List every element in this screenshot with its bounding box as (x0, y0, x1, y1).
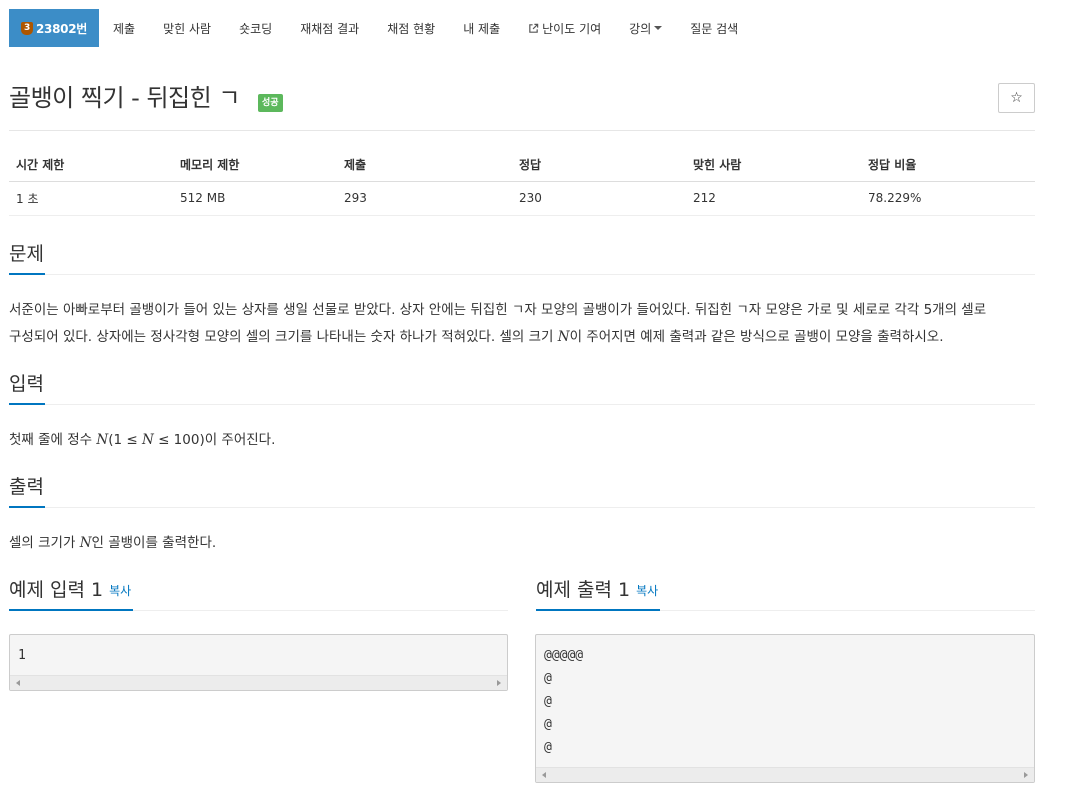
description-text: 이 주어지면 예제 출력과 같은 방식으로 골뱅이 모양을 출력하시오. (569, 329, 944, 345)
section-title-output: 출력 (9, 476, 44, 498)
status-badge: 성공 (258, 94, 283, 112)
section-title-sample-output: 예제 출력 1 복사 (536, 577, 658, 604)
header-time-limit: 시간 제한 (9, 148, 173, 182)
section-title-sample-input: 예제 입력 1 복사 (9, 577, 131, 604)
section-divider (45, 274, 1035, 275)
section-underline (9, 273, 45, 275)
nav-difficulty-label: 난이도 기여 (542, 21, 602, 36)
header-accepted: 정답 (512, 148, 686, 182)
sample-input-title: 예제 입력 1 (9, 579, 104, 601)
section-title-input: 입력 (9, 373, 44, 395)
nav-lectures-label: 강의 (629, 21, 652, 36)
input-description: 첫째 줄에 정수 N(1 ≤ N ≤ 100)이 주어진다. (9, 427, 275, 454)
math-var-n: N (141, 432, 154, 448)
value-memory-limit: 512 MB (173, 181, 337, 216)
value-accepted: 230 (512, 181, 686, 216)
nav-short-coding[interactable]: 숏코딩 (225, 9, 286, 47)
title-divider (9, 130, 1035, 131)
section-underline (9, 403, 45, 405)
scroll-left-icon[interactable] (542, 772, 546, 778)
input-text: ≤ 100)이 주어진다. (153, 432, 276, 448)
math-var-n: N (557, 329, 570, 345)
problem-id-label: 23802번 (36, 21, 87, 36)
section-divider (660, 610, 1035, 611)
nav-solvers[interactable]: 맞힌 사람 (149, 9, 225, 47)
header-submissions: 제출 (337, 148, 512, 182)
math-var-n: N (79, 535, 92, 551)
info-header-row: 시간 제한 메모리 제한 제출 정답 맞힌 사람 정답 비율 (9, 148, 1035, 182)
nav-rejudge[interactable]: 재채점 결과 (286, 9, 373, 47)
input-text: 첫째 줄에 정수 (9, 432, 97, 448)
section-divider (45, 507, 1035, 508)
title-row: 골뱅이 찍기 - 뒤집힌 ㄱ 성공 ☆ (9, 80, 1035, 120)
star-icon: ☆ (1010, 90, 1023, 106)
nav-difficulty-contribution[interactable]: 난이도 기여 (514, 9, 615, 47)
nav-submit[interactable]: 제출 (99, 9, 149, 47)
caret-down-icon (654, 26, 663, 30)
math-var-n: N (96, 432, 109, 448)
output-text: 셀의 크기가 (9, 535, 80, 551)
section-divider (133, 610, 508, 611)
scroll-right-icon[interactable] (1024, 772, 1028, 778)
section-underline (536, 609, 660, 611)
problem-description: 서준이는 아빠로부터 골뱅이가 들어 있는 상자를 생일 선물로 받았다. 상자… (9, 297, 1049, 351)
description-line-2: 구성되어 있다. 상자에는 정사각형 모양의 셀의 크기를 나타내는 숫자 하나… (9, 324, 1049, 351)
problem-nav: 3 23802번 제출 맞힌 사람 숏코딩 재채점 결과 채점 현황 내 제출 … (9, 9, 1039, 47)
nav-lectures-dropdown[interactable]: 강의 (615, 9, 676, 47)
sample-output-scrollbar[interactable] (536, 767, 1034, 782)
sample-output-box[interactable]: @@@@@ @ @ @ @ (535, 634, 1035, 783)
section-title-description: 문제 (9, 243, 44, 265)
scroll-left-icon[interactable] (16, 680, 20, 686)
value-submissions: 293 (337, 181, 512, 216)
sample-output-title: 예제 출력 1 (536, 579, 631, 601)
copy-sample-input-button[interactable]: 복사 (109, 584, 131, 598)
nav-status[interactable]: 채점 현황 (373, 9, 449, 47)
description-line-1: 서준이는 아빠로부터 골뱅이가 들어 있는 상자를 생일 선물로 받았다. 상자… (9, 302, 987, 318)
problem-page: 3 23802번 제출 맞힌 사람 숏코딩 재채점 결과 채점 현황 내 제출 … (0, 0, 1086, 792)
section-underline (9, 609, 133, 611)
sample-input-scrollbar[interactable] (10, 675, 507, 690)
nav-problem-id[interactable]: 3 23802번 (9, 9, 99, 47)
scroll-right-icon[interactable] (497, 680, 501, 686)
nav-my-submissions[interactable]: 내 제출 (449, 9, 514, 47)
header-ratio: 정답 비율 (861, 148, 1035, 182)
description-text: 구성되어 있다. 상자에는 정사각형 모양의 셀의 크기를 나타내는 숫자 하나… (9, 329, 558, 345)
sample-input-content[interactable]: 1 (10, 635, 507, 667)
sample-output-content[interactable]: @@@@@ @ @ @ @ (536, 635, 1034, 759)
bronze-tier-icon: 3 (21, 21, 33, 35)
info-value-row: 1 초 512 MB 293 230 212 78.229% (9, 181, 1035, 216)
value-ratio: 78.229% (861, 181, 1035, 216)
value-solvers: 212 (686, 181, 861, 216)
nav-question-search[interactable]: 질문 검색 (676, 9, 752, 47)
problem-title: 골뱅이 찍기 - 뒤집힌 ㄱ (9, 84, 240, 112)
section-divider (45, 404, 1035, 405)
external-link-icon (529, 23, 539, 33)
favorite-button[interactable]: ☆ (998, 83, 1035, 113)
header-solvers: 맞힌 사람 (686, 148, 861, 182)
value-time-limit: 1 초 (9, 181, 173, 216)
sample-input-box[interactable]: 1 (9, 634, 508, 691)
output-text: 인 골뱅이를 출력한다. (91, 535, 217, 551)
output-description: 셀의 크기가 N인 골뱅이를 출력한다. (9, 530, 216, 557)
problem-info-table: 시간 제한 메모리 제한 제출 정답 맞힌 사람 정답 비율 1 초 512 M… (9, 148, 1035, 216)
copy-sample-output-button[interactable]: 복사 (636, 584, 658, 598)
header-memory-limit: 메모리 제한 (173, 148, 337, 182)
section-underline (9, 506, 45, 508)
input-text: (1 ≤ (108, 432, 142, 448)
